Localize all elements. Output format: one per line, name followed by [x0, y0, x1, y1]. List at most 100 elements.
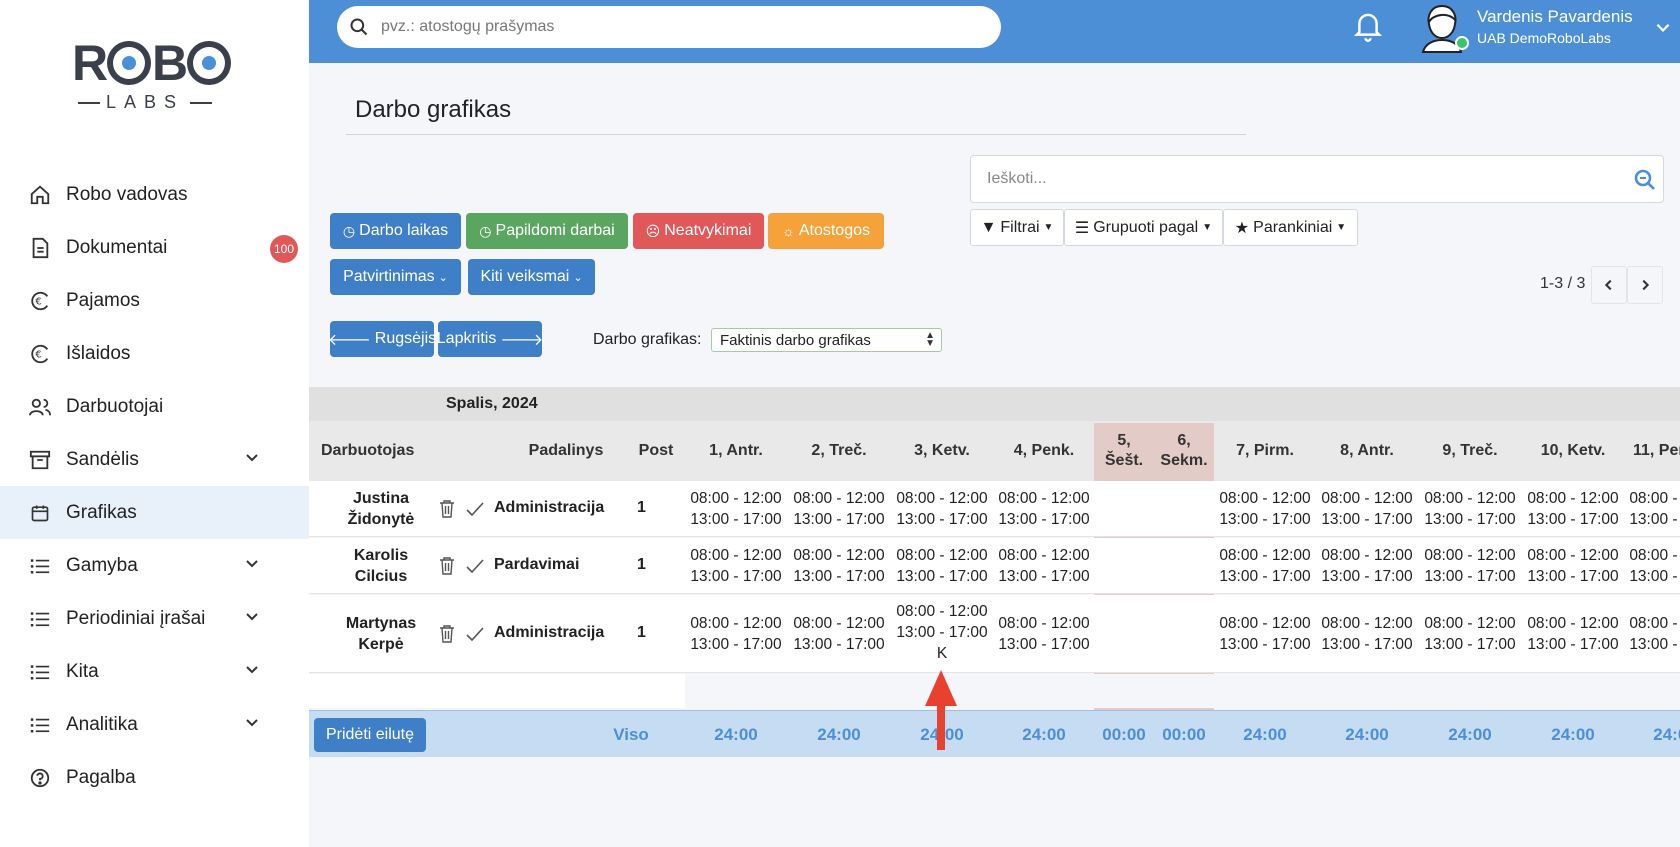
favorites-dropdown[interactable]: ★ Parankiniai ▼ [1223, 209, 1358, 246]
col-header-employee[interactable]: Darbuotojas [321, 421, 451, 481]
schedule-cell-day-9[interactable]: 08:00 - 12:00 13:00 - 17:00 [1419, 613, 1521, 655]
sidebar-item-sandelis[interactable]: Sandėlis [0, 433, 309, 486]
employee-name[interactable]: Martynas Kerpė [321, 613, 441, 655]
sidebar-nav: Robo vadovas Dokumentai 100 € Pajamos € … [0, 168, 309, 804]
totals-label: Viso [613, 725, 649, 744]
schedule-cell-day-2[interactable]: 08:00 - 12:00 13:00 - 17:00 [788, 545, 890, 587]
schedule-cell-day-7[interactable]: 08:00 - 12:00 13:00 - 17:00 [1214, 613, 1316, 655]
neatvykimai-button[interactable]: ☹ Neatvykimai [633, 213, 764, 249]
schedule-cell-day-10[interactable]: 08:00 - 12:00 13:00 - 17:00 [1522, 613, 1624, 655]
sun-icon: ☼ [782, 223, 795, 239]
schedule-cell-day-7[interactable]: 08:00 - 12:00 13:00 - 17:00 [1214, 488, 1316, 530]
schedule-cell-day-4[interactable]: 08:00 - 12:00 13:00 - 17:00 [993, 488, 1095, 530]
records-search-input[interactable] [987, 170, 1607, 188]
caret-down-icon: ▼ [1202, 222, 1213, 233]
list-icon [28, 660, 52, 684]
schedule-cell-day-3[interactable]: 08:00 - 12:00 13:00 - 17:00 [891, 545, 993, 587]
schedule-cell-day-1[interactable]: 08:00 - 12:00 13:00 - 17:00 [685, 488, 787, 530]
sidebar-item-islaidos[interactable]: € Išlaidos [0, 327, 309, 380]
col-header-day-7: 7, Pirm. [1236, 442, 1294, 459]
sidebar-item-periodiniai-irasai[interactable]: Periodiniai įrašai [0, 592, 309, 645]
help-circle-icon [28, 766, 52, 790]
schedule-cell-day-10[interactable]: 08:00 - 12:00 13:00 - 17:00 [1522, 545, 1624, 587]
kiti-veiksmai-dropdown[interactable]: Kiti veiksmai ⌄ [468, 259, 595, 295]
sidebar-item-robo-vadovas[interactable]: Robo vadovas [0, 168, 309, 221]
filters-dropdown[interactable]: ▼ Filtrai ▼ [970, 209, 1064, 246]
schedule-cell-day-2[interactable]: 08:00 - 12:00 13:00 - 17:00 [788, 488, 890, 530]
patvirtinimas-dropdown[interactable]: Patvirtinimas ⌄ [330, 259, 461, 295]
schedule-cell-day-8[interactable]: 08:00 - 12:00 13:00 - 17:00 [1316, 488, 1418, 530]
totals-row: Pridėti eilutę Viso 24:00 24:00 24:00 24:00… [309, 710, 1680, 757]
schedule-cell-day-8[interactable]: 08:00 - 12:00 13:00 - 17:00 [1316, 613, 1418, 655]
sidebar-item-dokumentai[interactable]: Dokumentai 100 [0, 221, 309, 274]
schedule-cell-day-2[interactable]: 08:00 - 12:00 13:00 - 17:00 [788, 613, 890, 655]
schedule-cell-day-4[interactable]: 08:00 - 12:00 13:00 - 17:00 [993, 613, 1095, 655]
schedule-cell-day-9[interactable]: 08:00 - 12:00 13:00 - 17:00 [1419, 488, 1521, 530]
employee-name[interactable]: Karolis Cilcius [321, 545, 441, 587]
employee-name[interactable]: Justina Židonytė [321, 488, 441, 530]
search-icon[interactable] [1633, 168, 1657, 192]
sidebar-item-pajamos[interactable]: € Pajamos [0, 274, 309, 327]
schedule-cell-day-4[interactable]: 08:00 - 12:00 13:00 - 17:00 [993, 545, 1095, 587]
global-search-input[interactable] [381, 18, 941, 36]
pager-prev-button[interactable] [1591, 266, 1627, 304]
svg-text:€: € [35, 349, 41, 360]
sidebar-item-analitika[interactable]: Analitika [0, 698, 309, 751]
col-header-day-1: 1, Antr. [709, 442, 763, 459]
check-icon[interactable] [466, 558, 484, 574]
papildomi-darbai-button[interactable]: ◷ Papildomi darbai [466, 213, 628, 249]
total-day-5: 00:00 [1102, 725, 1146, 744]
sidebar-item-darbuotojai[interactable]: Darbuotojai [0, 380, 309, 433]
schedule-cell-day-9[interactable]: 08:00 - 12:00 13:00 - 17:00 [1419, 545, 1521, 587]
add-row-button[interactable]: Pridėti eilutę [314, 718, 426, 752]
schedule-cell-day-11[interactable]: 08:00 - 12:0013:00 - 17:00 [1624, 613, 1680, 655]
group-by-dropdown[interactable]: ☰ Grupuoti pagal ▼ [1064, 209, 1223, 246]
darbo-laikas-button[interactable]: ◷ Darbo laikas [330, 213, 461, 249]
col-header-department[interactable]: Padalinys [506, 421, 626, 481]
employee-post: 1 [637, 556, 646, 573]
user-avatar[interactable] [1417, 2, 1471, 56]
user-company: UAB DemoRoboLabs [1477, 30, 1611, 46]
sidebar-item-kita[interactable]: Kita [0, 645, 309, 698]
trash-icon[interactable] [439, 557, 455, 575]
schedule-cell-day-1[interactable]: 08:00 - 12:00 13:00 - 17:00 [685, 613, 787, 655]
check-icon[interactable] [466, 501, 484, 517]
sidebar-item-pagalba[interactable]: Pagalba [0, 751, 309, 804]
schedule-cell-day-8[interactable]: 08:00 - 12:00 13:00 - 17:00 [1316, 545, 1418, 587]
schedule-cell-day-1[interactable]: 08:00 - 12:00 13:00 - 17:00 [685, 545, 787, 587]
schedule-cell-day-11[interactable]: 08:00 - 12:0013:00 - 17:00 [1624, 545, 1680, 587]
table-row[interactable]: Justina Židonytė Administracija 1 08:00 - 12… [309, 481, 1680, 537]
schedule-cell-day-7[interactable]: 08:00 - 12:00 13:00 - 17:00 [1214, 545, 1316, 587]
euro-coin-icon: € [28, 289, 52, 313]
chevron-down-icon[interactable] [1654, 18, 1674, 38]
bell-icon[interactable] [1353, 10, 1385, 44]
col-header-post[interactable]: Post [616, 421, 696, 481]
schedule-cell-day-10[interactable]: 08:00 - 12:00 13:00 - 17:00 [1522, 488, 1624, 530]
trash-icon[interactable] [439, 625, 455, 643]
table-row[interactable]: Karolis Cilcius Pardavimai 1 08:00 - 12:00 13… [309, 538, 1680, 594]
schedule-table: Spalis, 2024 Darbuotojas Padalinys Post … [309, 387, 1680, 757]
chevron-down-icon [244, 714, 264, 734]
document-icon [28, 236, 52, 260]
atostogos-button[interactable]: ☼ Atostogos [768, 213, 884, 249]
calendar-icon [28, 501, 52, 525]
col-header-day-2: 2, Treč. [811, 442, 867, 459]
schedule-type-select[interactable]: Faktinis darbo grafikas ▲ ▼ [711, 328, 942, 352]
chevron-down-icon [244, 661, 264, 681]
user-name[interactable]: Vardenis Pavardenis [1477, 7, 1633, 27]
svg-text:€: € [35, 296, 41, 307]
schedule-cell-day-3[interactable]: 08:00 - 12:00 13:00 - 17:00 K [891, 601, 993, 664]
pager-next-button[interactable] [1627, 266, 1663, 304]
check-icon[interactable] [466, 626, 484, 642]
sidebar-item-grafikas[interactable]: Grafikas [0, 486, 309, 539]
schedule-type-label: Darbo grafikas: [593, 331, 702, 348]
table-row[interactable]: Martynas Kerpė Administracija 1 08:00 - 12:0… [309, 595, 1680, 673]
schedule-cell-day-11[interactable]: 08:00 - 12:0013:00 - 17:00 [1624, 488, 1680, 530]
sidebar-item-gamyba[interactable]: Gamyba [0, 539, 309, 592]
schedule-cell-day-3[interactable]: 08:00 - 12:00 13:00 - 17:00 [891, 488, 993, 530]
robolabs-logo[interactable]: RB LABS [72, 35, 232, 118]
prev-month-button[interactable]: 🡐 Rugsėjis [328, 321, 436, 357]
trash-icon[interactable] [439, 500, 455, 518]
next-month-button[interactable]: Lapkritis 🡒 [437, 321, 543, 357]
sick-icon: ☹ [645, 222, 661, 239]
